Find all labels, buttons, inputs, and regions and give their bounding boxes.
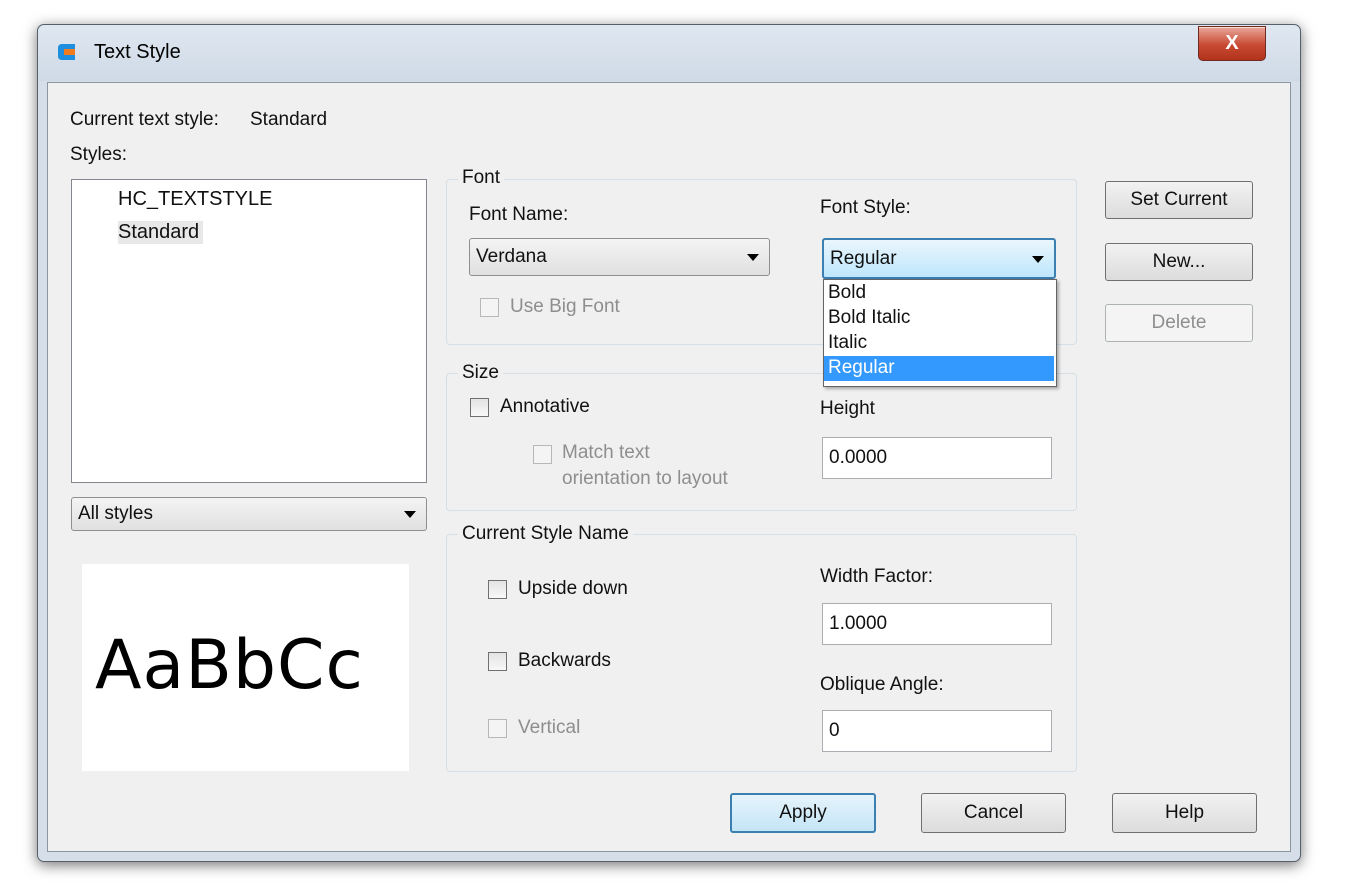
backwards-label: Backwards: [518, 650, 611, 671]
list-item[interactable]: HC_TEXTSTYLE: [118, 188, 272, 211]
height-value: 0.0000: [829, 447, 888, 468]
upside-down-label: Upside down: [518, 578, 628, 599]
annotative-checkbox[interactable]: [470, 398, 489, 417]
use-big-font-label: Use Big Font: [510, 296, 620, 317]
close-icon: X: [1225, 32, 1239, 54]
chevron-down-icon: [404, 511, 416, 518]
height-label: Height: [820, 398, 875, 419]
height-field[interactable]: 0.0000: [822, 437, 1052, 479]
font-style-select[interactable]: Regular: [822, 238, 1056, 279]
style-filter-select[interactable]: All styles: [71, 497, 427, 531]
width-factor-field[interactable]: 1.0000: [822, 603, 1052, 645]
font-style-option[interactable]: Bold Italic: [824, 306, 1054, 331]
preview-text: AaBbCc: [95, 626, 364, 705]
style-filter-value: All styles: [78, 503, 153, 524]
font-name-select[interactable]: Verdana: [469, 238, 770, 276]
vertical-checkbox[interactable]: [488, 719, 507, 738]
dialog-body: Current text style: Standard Styles: HC_…: [47, 82, 1291, 852]
current-style-label: Current text style:: [70, 109, 219, 130]
new-style-button[interactable]: New...: [1105, 243, 1253, 281]
title-bar[interactable]: Text Style X: [38, 25, 1300, 81]
effects-group-title: Current Style Name: [458, 523, 633, 545]
oblique-angle-label: Oblique Angle:: [820, 674, 944, 695]
font-style-value: Regular: [830, 248, 897, 269]
font-name-label: Font Name:: [469, 204, 569, 225]
use-big-font-checkbox[interactable]: [480, 298, 499, 317]
backwards-checkbox[interactable]: [488, 652, 507, 671]
help-button[interactable]: Help: [1112, 793, 1257, 833]
apply-button[interactable]: Apply: [730, 793, 876, 833]
text-style-dialog: Text Style X Current text style: Standar…: [37, 24, 1301, 862]
list-item[interactable]: Standard: [118, 221, 204, 244]
font-style-label: Font Style:: [820, 197, 911, 218]
font-style-option[interactable]: Italic: [824, 331, 1054, 356]
oblique-angle-field[interactable]: 0: [822, 710, 1052, 752]
font-style-option[interactable]: Bold: [824, 281, 1054, 306]
match-orientation-checkbox[interactable]: [533, 445, 552, 464]
current-style-value: Standard: [250, 109, 328, 130]
delete-style-button[interactable]: Delete: [1105, 304, 1253, 342]
upside-down-checkbox[interactable]: [488, 580, 507, 599]
cancel-button[interactable]: Cancel: [921, 793, 1066, 833]
chevron-down-icon: [747, 254, 759, 261]
font-name-value: Verdana: [476, 246, 547, 267]
set-current-button[interactable]: Set Current: [1105, 181, 1253, 219]
gstarcad-logo-icon: [58, 44, 75, 60]
window-title: Text Style: [94, 41, 181, 63]
text-preview: AaBbCc: [82, 564, 409, 771]
match-orientation-label: orientation to layout: [562, 468, 728, 489]
styles-label: Styles:: [70, 144, 128, 165]
annotative-label: Annotative: [500, 396, 590, 417]
oblique-angle-value: 0: [829, 720, 840, 741]
close-button[interactable]: X: [1198, 26, 1266, 61]
font-style-dropdown: Bold Bold Italic Italic Regular: [823, 279, 1057, 387]
styles-list[interactable]: HC_TEXTSTYLE Standard: [71, 179, 427, 483]
chevron-down-icon: [1032, 256, 1044, 263]
width-factor-label: Width Factor:: [820, 566, 933, 587]
width-factor-value: 1.0000: [829, 613, 888, 634]
match-orientation-label: Match text: [562, 442, 650, 463]
vertical-label: Vertical: [518, 717, 581, 738]
font-style-option-selected[interactable]: Regular: [824, 356, 1054, 381]
size-group-title: Size: [458, 362, 503, 384]
font-group-title: Font: [458, 167, 505, 189]
